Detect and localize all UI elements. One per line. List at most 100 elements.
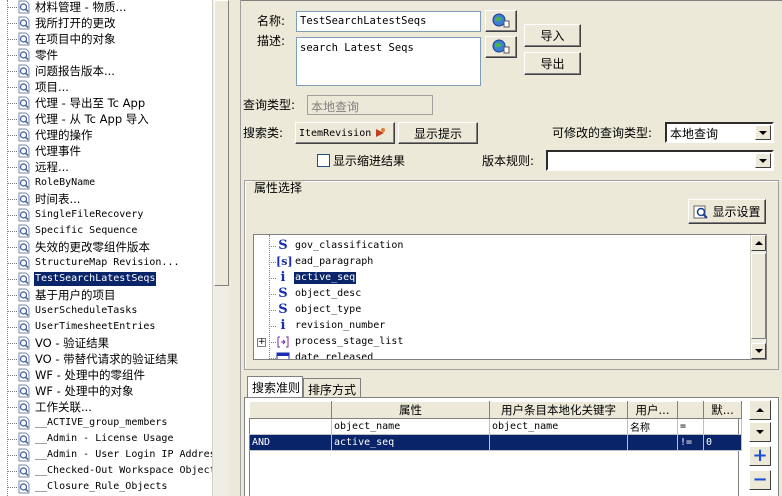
search-class-button[interactable]: ItemRevision	[295, 122, 395, 144]
tree-item[interactable]: 材料管理 - 物质...	[0, 0, 212, 15]
tree-item[interactable]: 时间表...	[0, 191, 212, 207]
tree-item[interactable]: 代理事件	[0, 143, 212, 159]
tree-item[interactable]: 问题报告版本...	[0, 63, 212, 79]
expand-plus-icon[interactable]: +	[257, 338, 266, 347]
column-header[interactable]	[249, 401, 332, 419]
scroll-up-arrow-icon[interactable]	[751, 235, 766, 251]
table-cell[interactable]: =	[677, 418, 704, 435]
tree-item[interactable]: StructureMap Revision...	[0, 255, 212, 271]
tree-item[interactable]: __Closure_Rule_Objects	[0, 479, 212, 495]
tree-item[interactable]: UserTimesheetEntries	[0, 319, 212, 335]
tree-item[interactable]: 项目...	[0, 79, 212, 95]
table-cell[interactable]	[627, 434, 678, 451]
column-header[interactable]: 属性	[331, 401, 490, 419]
string-attribute-icon: S	[278, 286, 288, 301]
column-header[interactable]: 用户条目本地化关键字	[489, 401, 628, 419]
modifiable-query-type-select[interactable]: 本地查询	[665, 122, 774, 143]
attribute-name: revision_number	[295, 320, 386, 331]
show-hint-button[interactable]: 显示提示	[398, 122, 478, 144]
tab-sort-order[interactable]: 排序方式	[303, 378, 361, 397]
tree-item[interactable]: SingleFileRecovery	[0, 207, 212, 223]
table-row[interactable]: AND active_seq != 0	[249, 434, 742, 451]
table-cell[interactable]: !=	[677, 434, 704, 451]
tree-item[interactable]: Specific Sequence	[0, 223, 212, 239]
chevron-down-icon[interactable]	[755, 125, 771, 140]
tree-item[interactable]: __Admin - User Login IP Address	[0, 447, 212, 463]
tree-item[interactable]: 代理 - 导出至 Tc App	[0, 95, 212, 111]
tree-item[interactable]: UserScheduleTasks	[0, 303, 212, 319]
show-indented-checkbox[interactable]	[317, 154, 330, 167]
table-cell[interactable]	[249, 418, 332, 435]
query-tree[interactable]: 材料管理 - 物质... 我所打开的更改 在项目中的对象 零件 问题报告版本... 项目.…	[0, 0, 212, 496]
criteria-table[interactable]: 属性 用户条目本地化关键字 用户... 默... object_name object_n…	[249, 401, 742, 451]
attribute-item[interactable]: Sgov_classification	[254, 238, 734, 254]
add-row-button[interactable]: +	[749, 446, 771, 466]
saved-query-icon	[18, 80, 30, 94]
remove-row-button[interactable]: −	[749, 470, 771, 490]
column-header[interactable]: 默...	[703, 401, 742, 419]
saved-query-icon	[18, 368, 30, 382]
column-header[interactable]	[677, 401, 704, 419]
attribute-item[interactable]: Sobject_desc	[254, 286, 734, 302]
tree-item[interactable]: 远程...	[0, 159, 212, 175]
export-button[interactable]: 导出	[524, 52, 581, 75]
tree-item[interactable]: __ACTIVE_group_members	[0, 415, 212, 431]
tree-item-label: VO - 验证结果	[35, 336, 110, 350]
saved-query-icon	[18, 336, 30, 350]
attribute-item[interactable]: i active_seq	[254, 270, 734, 286]
table-cell[interactable]: 0	[703, 434, 742, 451]
name-localize-button[interactable]	[485, 10, 517, 32]
description-textarea[interactable]: search Latest Seqs	[296, 37, 481, 86]
table-row[interactable]: object_name object_name 名称 =	[249, 418, 742, 435]
string-attribute-icon: S	[278, 302, 288, 317]
tree-scrollbar-thumb[interactable]	[214, 0, 229, 286]
table-cell[interactable]: AND	[249, 434, 332, 451]
description-localize-button[interactable]	[485, 36, 517, 58]
tree-item[interactable]: VO - 验证结果	[0, 335, 212, 351]
chevron-down-icon[interactable]	[755, 153, 771, 168]
tree-item[interactable]: VO - 带替代请求的验证结果	[0, 351, 212, 367]
attribute-tree[interactable]: Sgov_classification [s] ead_paragraph i acti…	[253, 234, 767, 360]
tree-item[interactable]: 工作关联...	[0, 399, 212, 415]
table-cell[interactable]	[489, 434, 628, 451]
tree-item-label: 时间表...	[35, 192, 81, 206]
tree-item[interactable]: WF - 处理中的对象	[0, 383, 212, 399]
tree-item[interactable]: 在项目中的对象	[0, 31, 212, 47]
table-cell[interactable]: object_name	[331, 418, 490, 435]
name-input[interactable]: TestSearchLatestSeqs	[296, 11, 481, 32]
attribute-scrollbar[interactable]	[750, 235, 766, 359]
tree-item[interactable]: __Checked-Out Workspace Objects	[0, 463, 212, 479]
tree-item[interactable]: __Admin - License Usage	[0, 431, 212, 447]
saved-query-icon	[18, 432, 30, 446]
tab-search-criteria[interactable]: 搜索准则	[247, 376, 303, 397]
tree-scrollbar[interactable]	[212, 0, 229, 496]
table-cell[interactable]: 名称	[627, 418, 678, 435]
tree-item[interactable]: 代理的操作	[0, 127, 212, 143]
tree-item[interactable]: 失效的更改零组件版本	[0, 239, 212, 255]
tree-connector	[7, 151, 17, 152]
import-button[interactable]: 导入	[524, 24, 581, 47]
column-header[interactable]: 用户...	[627, 401, 678, 419]
tree-item[interactable]: WF - 处理中的零组件	[0, 367, 212, 383]
tree-item[interactable]: RoleByName	[0, 175, 212, 191]
attribute-item[interactable]: Sobject_type	[254, 302, 734, 318]
attribute-scrollbar-thumb[interactable]	[751, 253, 766, 339]
attribute-item[interactable]: + process_stage_list	[254, 334, 734, 350]
table-cell[interactable]: object_name	[489, 418, 628, 435]
attribute-item[interactable]: [s] ead_paragraph	[254, 254, 734, 270]
attribute-item[interactable]: i revision_number	[254, 318, 734, 334]
tree-item[interactable]: TestSearchLatestSeqs	[0, 271, 212, 287]
move-up-button[interactable]	[749, 400, 771, 420]
attribute-item[interactable]: date_released	[254, 350, 734, 359]
move-down-button[interactable]	[749, 422, 771, 442]
scroll-down-arrow-icon[interactable]	[751, 343, 766, 359]
tree-item[interactable]: 我所打开的更改	[0, 15, 212, 31]
tree-item[interactable]: 代理 - 从 Tc App 导入	[0, 111, 212, 127]
tree-item[interactable]: 零件	[0, 47, 212, 63]
revision-rule-select[interactable]	[546, 150, 774, 171]
table-cell[interactable]: active_seq	[331, 434, 490, 451]
table-cell[interactable]	[703, 418, 742, 435]
tree-item[interactable]: 基于用户的项目	[0, 287, 212, 303]
display-settings-button[interactable]: 显示设置	[688, 199, 766, 224]
panel-splitter[interactable]	[229, 0, 241, 496]
